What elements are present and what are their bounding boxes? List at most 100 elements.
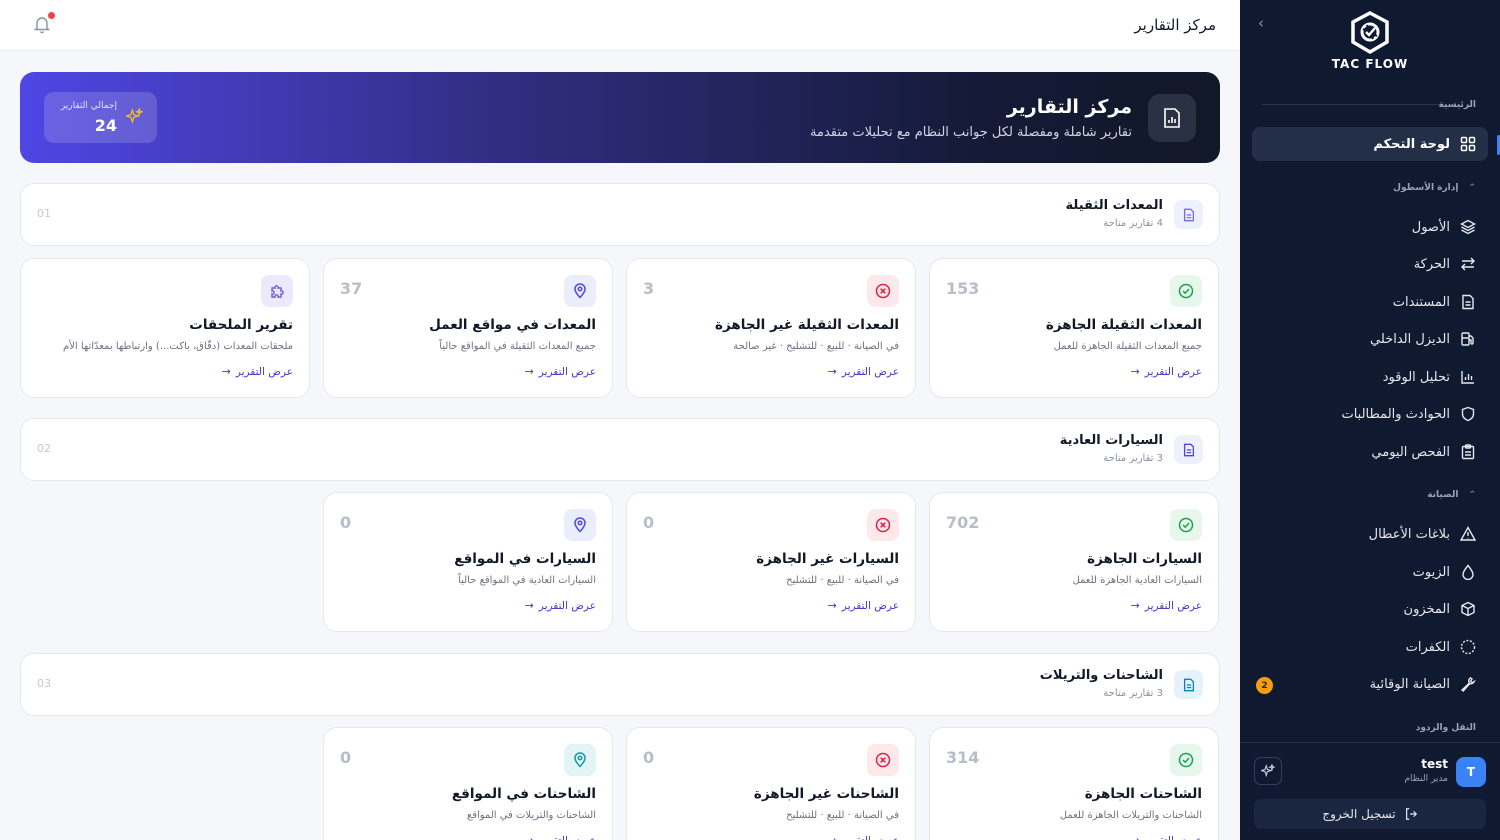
- sidebar-item-tires[interactable]: الكفرات: [1260, 630, 1476, 664]
- logout-button[interactable]: تسجيل الخروج: [1254, 799, 1486, 829]
- section-header-regular-cars[interactable]: السيارات العادية 3 تقارير متاحة 02: [20, 418, 1220, 481]
- report-card-heavy-locations[interactable]: 37 المعدات في مواقع العمل جميع المعدات ا…: [323, 258, 613, 398]
- card-icon-box: [1170, 509, 1202, 541]
- card-count: 702: [946, 513, 980, 532]
- section-number: 01: [37, 207, 51, 220]
- sidebar-item-label: بلاغات الأعطال: [1368, 526, 1450, 542]
- arrow-right-icon: →: [524, 599, 534, 612]
- view-report-link[interactable]: عرض التقرير →: [222, 365, 293, 378]
- total-reports-label: إجمالي التقارير: [60, 101, 117, 111]
- section-title: الشاحنات والتريلات: [1039, 668, 1163, 683]
- arrow-right-icon: →: [525, 834, 534, 840]
- card-count: 0: [340, 748, 352, 767]
- total-reports-value: 24: [94, 116, 117, 135]
- view-report-link[interactable]: عرض التقرير →: [525, 365, 596, 378]
- report-card-cars-ready[interactable]: 702 السيارات الجاهزة السيارات العادية ال…: [929, 492, 1219, 632]
- sidebar-item-documents[interactable]: المستندات: [1260, 285, 1476, 319]
- report-card-trucks-not-ready[interactable]: 0 الشاحنات غير الجاهزة في الصيانة · للبي…: [626, 727, 916, 840]
- section-label-maintenance[interactable]: ⌃ الصيانة: [1427, 490, 1476, 500]
- logout-icon: [1405, 808, 1417, 820]
- top-bar: مركز التقارير: [0, 0, 1240, 51]
- view-report-link[interactable]: عرض التقرير →: [525, 599, 596, 612]
- sidebar: ‹ TAC FLOW الرئيسية لوحة التحكم ⌃ إدارة …: [1240, 0, 1500, 840]
- sparkles-icon: [1261, 764, 1275, 778]
- card-description: جميع المعدات الثقيلة الجاهزة للعمل: [1053, 341, 1202, 352]
- sidebar-item-assets[interactable]: الأصول: [1260, 210, 1476, 244]
- report-card-cars-not-ready[interactable]: 0 السيارات غير الجاهزة في الصيانة · للبي…: [626, 492, 916, 632]
- link-label: عرض التقرير: [538, 599, 596, 612]
- droplet-icon: [1462, 564, 1474, 580]
- section-label-transport[interactable]: النقل والردود: [1416, 723, 1476, 733]
- section-label-fleet[interactable]: ⌃ إدارة الأسطول: [1393, 183, 1476, 193]
- report-card-heavy-not-ready[interactable]: 3 المعدات الثقيلة غير الجاهزة في الصيانة…: [626, 258, 916, 398]
- wrench-icon: [1460, 676, 1476, 692]
- avatar[interactable]: T: [1456, 757, 1486, 787]
- link-label: عرض التقرير: [1144, 365, 1202, 378]
- section-header-heavy-equipment[interactable]: المعدات الثقيلة 4 تقارير متاحة 01: [20, 183, 1220, 246]
- link-label: عرض التقرير: [1145, 835, 1202, 840]
- sidebar-item-oils[interactable]: الزيوت: [1260, 555, 1476, 589]
- card-icon-box: [867, 275, 899, 307]
- section-icon-box: [1174, 200, 1203, 229]
- brand-logo[interactable]: TAC FLOW: [1240, 10, 1500, 71]
- map-pin-icon: [574, 283, 586, 299]
- arrow-right-icon: →: [221, 365, 231, 378]
- card-count: 0: [643, 513, 655, 532]
- sidebar-item-incidents[interactable]: الحوادث والمطالبات: [1260, 397, 1476, 431]
- sidebar-item-inventory[interactable]: المخزون: [1260, 592, 1476, 626]
- view-report-link[interactable]: عرض التقرير →: [1131, 834, 1202, 840]
- card-description: في الصيانة · للبيع · للتشليح: [786, 810, 899, 821]
- view-report-link[interactable]: عرض التقرير →: [828, 365, 899, 378]
- chevron-up-icon: ⌃: [1468, 490, 1476, 500]
- arrow-right-icon: →: [1131, 834, 1140, 840]
- link-label: عرض التقرير: [841, 599, 899, 612]
- card-count: 314: [946, 748, 980, 767]
- section-title: المعدات الثقيلة: [1065, 198, 1163, 213]
- reports-hero-banner: مركز التقارير تقارير شاملة ومفصلة لكل جو…: [20, 72, 1220, 163]
- sidebar-item-label: لوحة التحكم: [1373, 136, 1450, 152]
- card-title: الشاحنات في المواقع: [451, 786, 596, 802]
- file-text-icon: [1183, 678, 1194, 691]
- report-card-trucks-locations[interactable]: 0 الشاحنات في المواقع الشاحنات والتريلات…: [323, 727, 613, 840]
- card-icon-box: [867, 744, 899, 776]
- report-card-cars-locations[interactable]: 0 السيارات في المواقع السيارات العادية ف…: [323, 492, 613, 632]
- total-reports-stat: إجمالي التقارير 24: [44, 92, 157, 143]
- report-card-heavy-ready[interactable]: 153 المعدات الثقيلة الجاهزة جميع المعدات…: [929, 258, 1219, 398]
- view-report-link[interactable]: عرض التقرير →: [525, 834, 596, 840]
- x-circle-icon: [875, 517, 891, 533]
- sidebar-item-label: الأصول: [1411, 219, 1450, 235]
- sidebar-item-internal-diesel[interactable]: الديزل الداخلي: [1260, 322, 1476, 356]
- report-card-attachments[interactable]: تقرير الملحقات ملحقات المعدات (دقّاق، با…: [20, 258, 310, 398]
- tire-icon: [1460, 639, 1476, 655]
- view-report-link[interactable]: عرض التقرير →: [828, 834, 899, 840]
- divider: [1262, 104, 1440, 105]
- card-title: المعدات الثقيلة الجاهزة: [1045, 317, 1202, 333]
- sidebar-item-preventive-maintenance[interactable]: الصيانة الوقائية: [1260, 667, 1476, 701]
- sidebar-item-label: الفحص اليومي: [1371, 444, 1450, 460]
- sidebar-item-movement[interactable]: الحركة: [1260, 247, 1476, 281]
- map-pin-icon: [574, 752, 586, 768]
- theme-toggle-button[interactable]: [1254, 757, 1282, 785]
- sparkles-icon: [126, 108, 143, 124]
- view-report-link[interactable]: عرض التقرير →: [1131, 365, 1202, 378]
- section-number: 02: [37, 442, 51, 455]
- sidebar-item-fault-reports[interactable]: بلاغات الأعطال: [1260, 517, 1476, 551]
- card-title: الشاحنات غير الجاهزة: [753, 786, 899, 802]
- view-report-link[interactable]: عرض التقرير →: [1131, 599, 1202, 612]
- section-subtitle: 3 تقارير متاحة: [1103, 453, 1163, 464]
- card-title: الشاحنات الجاهزة: [1084, 786, 1202, 802]
- section-label-text: الصيانة: [1427, 490, 1459, 500]
- sidebar-item-fuel-analysis[interactable]: تحليل الوقود: [1260, 360, 1476, 394]
- section-header-trucks-trailers[interactable]: الشاحنات والتريلات 3 تقارير متاحة 03: [20, 653, 1220, 716]
- hero-title: مركز التقارير: [1006, 96, 1132, 118]
- view-report-link[interactable]: عرض التقرير →: [828, 599, 899, 612]
- link-label: عرض التقرير: [842, 835, 899, 840]
- arrow-right-icon: →: [827, 365, 837, 378]
- sidebar-item-daily-inspection[interactable]: الفحص اليومي: [1260, 435, 1476, 469]
- sidebar-item-label: الصيانة الوقائية: [1369, 676, 1450, 692]
- link-label: عرض التقرير: [539, 835, 596, 840]
- layers-icon: [1460, 219, 1476, 235]
- sidebar-item-dashboard[interactable]: لوحة التحكم: [1252, 127, 1488, 161]
- report-card-trucks-ready[interactable]: 314 الشاحنات الجاهزة الشاحنات والتريلات …: [929, 727, 1219, 840]
- sidebar-item-label: الزيوت: [1412, 564, 1450, 580]
